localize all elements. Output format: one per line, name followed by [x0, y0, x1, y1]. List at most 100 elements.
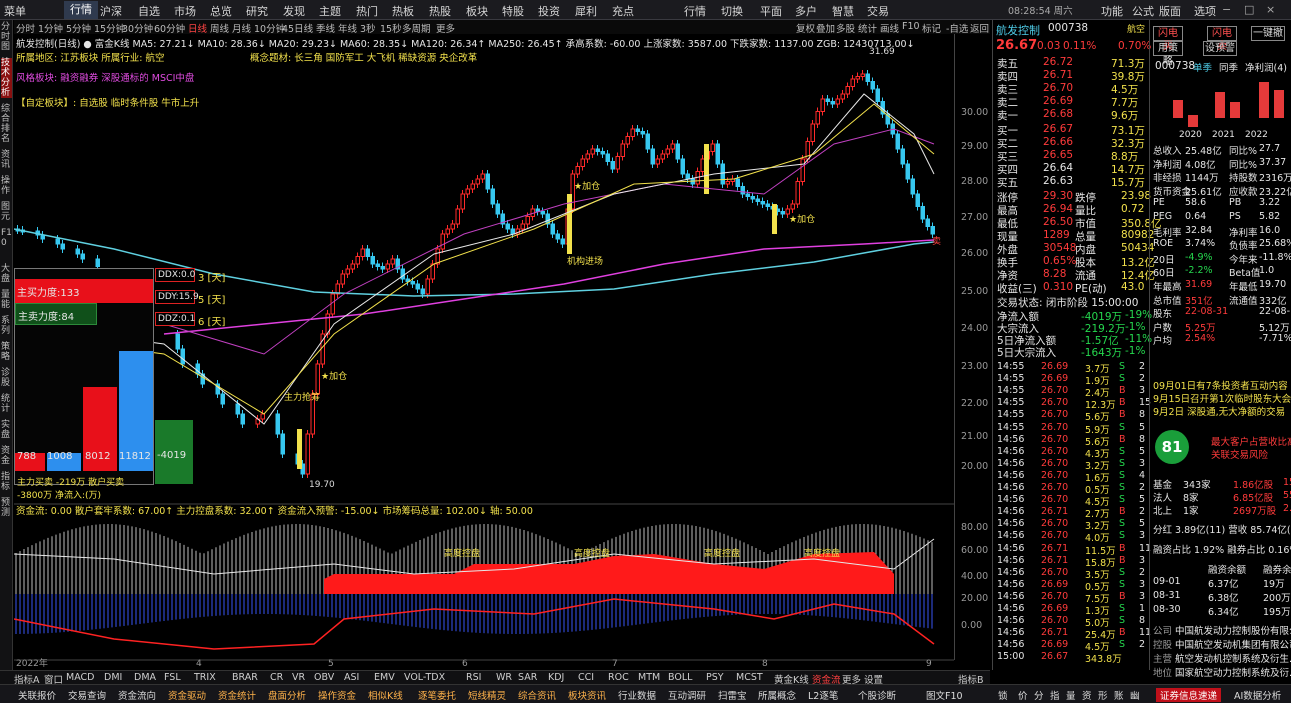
quick-button-2[interactable]: 一键撤: [1251, 26, 1285, 41]
period-tab-10[interactable]: 45日线: [282, 21, 313, 35]
status-right-5[interactable]: 量: [1066, 688, 1076, 702]
indicator-tab-8[interactable]: CR: [270, 672, 283, 683]
status-link-8[interactable]: 逐笔委托: [418, 688, 456, 702]
maximize-icon[interactable]: □: [1244, 3, 1254, 16]
indicator-tab-12[interactable]: EMV: [374, 672, 395, 683]
menu-10[interactable]: 热板: [392, 3, 414, 19]
status-link-10[interactable]: 综合资讯: [518, 688, 556, 702]
indicator-tab-20[interactable]: MTM: [638, 672, 660, 683]
period-tab-14[interactable]: 15秒: [380, 21, 402, 35]
indicator-tab-3[interactable]: DMI: [104, 672, 122, 683]
leftnav-11[interactable]: 诊股: [1, 368, 12, 388]
indicator-tab-21[interactable]: BOLL: [668, 672, 692, 683]
period-tab-13[interactable]: 3秒: [360, 21, 376, 35]
status-link-6[interactable]: 操作资金: [318, 688, 356, 702]
status-right-0[interactable]: 图文F10: [926, 688, 963, 702]
period-tab-6[interactable]: 日线: [188, 21, 207, 35]
status-link-7[interactable]: 相似K线: [368, 688, 403, 702]
indicator-tab-22[interactable]: PSY: [706, 672, 724, 683]
period-tab-4[interactable]: 30分钟: [122, 21, 153, 35]
menu-8[interactable]: 主题: [319, 3, 341, 19]
leftnav-9[interactable]: 系列: [1, 316, 12, 336]
menu-7[interactable]: 发现: [283, 3, 305, 19]
menu-17[interactable]: 行情: [684, 3, 706, 19]
status-right-6[interactable]: 资: [1082, 688, 1092, 702]
menu-5[interactable]: 总览: [210, 3, 232, 19]
indicator-tab-16[interactable]: SAR: [518, 672, 537, 683]
indicator-tab-2[interactable]: MACD: [66, 672, 94, 683]
indicator-tab-4[interactable]: DMA: [134, 672, 156, 683]
period-tab-9[interactable]: 10分钟: [254, 21, 285, 35]
indicator-tab-19[interactable]: ROC: [608, 672, 629, 683]
period-tab-3[interactable]: 15分钟: [94, 21, 125, 35]
menu-25[interactable]: 版面: [1159, 3, 1181, 19]
menu-12[interactable]: 板块: [466, 3, 488, 19]
leftnav-8[interactable]: 量能: [1, 290, 12, 310]
menu-3[interactable]: 自选: [138, 3, 160, 19]
status-link-4[interactable]: 资金统计: [218, 688, 256, 702]
period-tab-24[interactable]: -自选: [946, 21, 968, 35]
period-tab-25[interactable]: 返回: [970, 21, 989, 35]
period-tab-15[interactable]: 多周期: [402, 21, 431, 35]
status-link-11[interactable]: 板块资讯: [568, 688, 606, 702]
period-tab-1[interactable]: 1分钟: [38, 21, 63, 35]
menu-0[interactable]: 菜单: [4, 3, 26, 19]
status-link-12[interactable]: 行业数据: [618, 688, 656, 702]
indicator-tab-6[interactable]: TRIX: [194, 672, 216, 683]
menu-9[interactable]: 热门: [356, 3, 378, 19]
period-tab-0[interactable]: 分时: [16, 21, 35, 35]
menu-20[interactable]: 多户: [795, 3, 817, 19]
status-link-1[interactable]: 交易查询: [68, 688, 106, 702]
menu-21[interactable]: 智慧: [832, 3, 854, 19]
quick-button-1[interactable]: 闪电卖: [1207, 26, 1237, 52]
indicator-tab-11[interactable]: ASI: [344, 672, 359, 683]
quick-button-3[interactable]: 用策略: [1153, 41, 1183, 67]
indicator-tab-17[interactable]: KDJ: [548, 672, 564, 683]
period-tab-5[interactable]: 60分钟: [154, 21, 185, 35]
status-right-3[interactable]: 分: [1034, 688, 1044, 702]
status-right-9[interactable]: 幽: [1130, 688, 1140, 702]
close-icon[interactable]: ×: [1266, 3, 1275, 16]
status-right-8[interactable]: 账: [1114, 688, 1124, 702]
period-tab-20[interactable]: 统计: [858, 21, 877, 35]
leftnav-6[interactable]: F10: [1, 228, 12, 248]
status-link-5[interactable]: 盘面分析: [268, 688, 306, 702]
menu-26[interactable]: 选项: [1194, 3, 1216, 19]
period-tab-22[interactable]: F10: [902, 21, 920, 32]
indicator-tab-23[interactable]: MCST: [736, 672, 763, 683]
period-tab-19[interactable]: 多股: [836, 21, 855, 35]
status-link-17[interactable]: 个股诊断: [858, 688, 896, 702]
leftnav-3[interactable]: 资讯: [1, 150, 12, 170]
status-link-0[interactable]: 关联报价: [18, 688, 56, 702]
status-right-7[interactable]: 形: [1098, 688, 1108, 702]
quick-button-4[interactable]: 设预警: [1203, 41, 1237, 56]
leftnav-15[interactable]: 指标: [1, 472, 12, 492]
menu-14[interactable]: 投资: [538, 3, 560, 19]
leftnav-2[interactable]: 综合排名: [1, 104, 12, 144]
indicator-tab-15[interactable]: WR: [496, 672, 512, 683]
leftnav-0[interactable]: 分时图: [1, 22, 12, 52]
leftnav-12[interactable]: 统计: [1, 394, 12, 414]
leftnav-13[interactable]: 实盘: [1, 420, 12, 440]
menu-18[interactable]: 切换: [721, 3, 743, 19]
period-tab-2[interactable]: 5分钟: [66, 21, 91, 35]
indicator-tab-13[interactable]: VOL-TDX: [404, 672, 445, 683]
status-right-4[interactable]: 指: [1050, 688, 1060, 702]
leftnav-4[interactable]: 操作: [1, 176, 12, 196]
menu-15[interactable]: 犀利: [575, 3, 597, 19]
status-link-14[interactable]: 扫雷宝: [718, 688, 747, 702]
period-tab-7[interactable]: 周线: [210, 21, 229, 35]
leftnav-16[interactable]: 预测: [1, 498, 12, 518]
period-tab-8[interactable]: 月线: [232, 21, 251, 35]
indicator-tab-14[interactable]: RSI: [466, 672, 481, 683]
menu-2[interactable]: 沪深: [100, 3, 122, 19]
indicator-tab-7[interactable]: BRAR: [232, 672, 258, 683]
leftnav-7[interactable]: 大盘: [1, 264, 12, 284]
status-right-2[interactable]: 价: [1018, 688, 1028, 702]
leftnav-5[interactable]: 图元: [1, 202, 12, 222]
leftnav-10[interactable]: 策略: [1, 342, 12, 362]
kline-chart[interactable]: 31.6919.70★加仓机构进场★加仓主力抢筹卖★加仓高度控盘 高度控盘 高度控盘…: [14, 34, 954, 674]
status-link-16[interactable]: L2逐笔: [808, 688, 838, 702]
status-link-13[interactable]: 互动调研: [668, 688, 706, 702]
status-right-1[interactable]: 锁: [998, 688, 1008, 702]
